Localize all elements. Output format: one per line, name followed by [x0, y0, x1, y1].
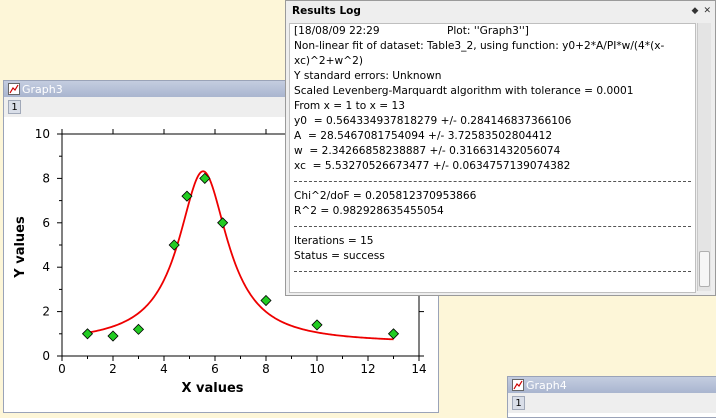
data-point: [217, 217, 229, 229]
layer-1-button[interactable]: 1: [8, 100, 21, 114]
results-log-text[interactable]: [18/08/09 22:29 Plot: ''Graph3''] Non-li…: [289, 23, 696, 293]
data-point: [81, 328, 94, 340]
graph4-window[interactable]: Graph4 1: [507, 376, 716, 418]
log-line-xc: xc = 5.53270526673477 +/- 0.063475713907…: [294, 160, 571, 172]
layer-1-button[interactable]: 1: [512, 396, 525, 410]
log-line-iterations: Iterations = 15: [294, 235, 374, 247]
x-tick-label: 10: [309, 362, 324, 376]
x-tick-label: 8: [262, 362, 270, 376]
log-line-errors: Y standard errors: Unknown: [294, 70, 442, 82]
log-line-w: w = 2.34266858238887 +/- 0.3166314320560…: [294, 145, 561, 157]
graph-window-icon: [512, 379, 524, 391]
results-log-panel[interactable]: Results Log ◆ ✕ [18/08/09 22:29 Plot: ''…: [285, 0, 716, 296]
data-point: [387, 328, 400, 340]
results-log-titlebar[interactable]: Results Log ◆ ✕: [286, 1, 715, 21]
y-tick-label: 4: [42, 260, 50, 274]
separator: [294, 219, 691, 227]
scrollbar-thumb[interactable]: [699, 251, 710, 287]
y-tick-label: 8: [42, 171, 50, 185]
data-point: [107, 330, 119, 342]
log-line-fit: Non-linear fit of dataset: Table3_2, usi…: [294, 40, 665, 67]
x-tick-label: 0: [58, 362, 66, 376]
graph4-titlebar[interactable]: Graph4: [508, 377, 716, 393]
x-axis-label: X values: [181, 381, 243, 396]
data-point: [132, 323, 145, 335]
graph-window-icon: [8, 83, 20, 95]
x-tick-label: 2: [109, 362, 117, 376]
graph4-title: Graph4: [526, 378, 567, 392]
y-tick-label: 0: [42, 349, 50, 363]
data-point: [311, 319, 323, 331]
y-tick-label: 10: [35, 127, 50, 141]
log-line-range: From x = 1 to x = 13: [294, 100, 405, 112]
log-line-header: [18/08/09 22:29 Plot: ''Graph3'']: [294, 25, 529, 37]
separator: [294, 264, 691, 272]
log-line-algorithm: Scaled Levenberg-Marquardt algorithm wit…: [294, 85, 634, 97]
y-axis-label: Y values: [13, 216, 28, 279]
vertical-scrollbar[interactable]: [697, 23, 711, 291]
x-tick-label: 12: [360, 362, 375, 376]
results-log-title: Results Log: [292, 5, 361, 17]
x-tick-label: 4: [160, 362, 168, 376]
close-icon[interactable]: ✕: [703, 6, 711, 16]
log-line-r2: R^2 = 0.982928635455054: [294, 205, 444, 217]
log-line-chi2: Chi^2/doF = 0.205812370953866: [294, 190, 477, 202]
graph3-title: Graph3: [22, 82, 63, 96]
separator: [294, 174, 691, 182]
data-point: [260, 294, 272, 307]
y-tick-label: 2: [42, 305, 50, 319]
x-tick-label: 6: [211, 362, 219, 376]
y-tick-label: 6: [42, 216, 50, 230]
log-line-status: Status = success: [294, 250, 385, 262]
x-tick-label: 14: [411, 362, 426, 376]
layer-bar: 1: [508, 393, 716, 413]
log-line-y0: y0 = 0.564334937818279 +/- 0.28414683736…: [294, 115, 572, 127]
log-line-A: A = 28.5467081754094 +/- 3.7258350280441…: [294, 130, 553, 142]
float-icon[interactable]: ◆: [692, 6, 699, 16]
